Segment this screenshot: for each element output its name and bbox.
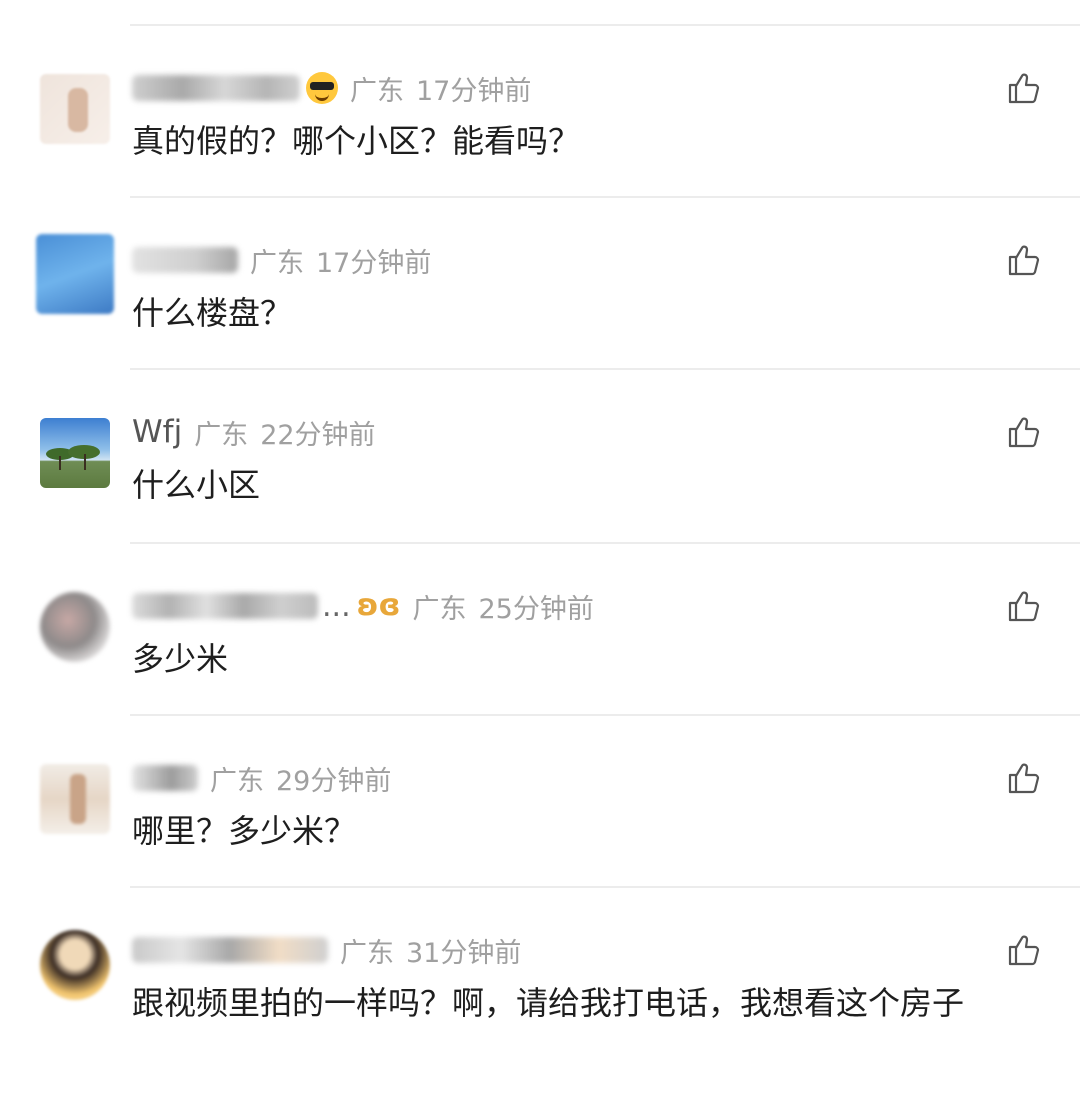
avatar[interactable] <box>40 930 110 1000</box>
divider <box>130 714 1080 716</box>
comment-item: Wfj 广东 22分钟前 什么小区 <box>0 412 1080 582</box>
username-ellipsis: ... <box>322 588 351 624</box>
comment-text: 哪里？多少米？ <box>132 812 357 850</box>
comment-item: 广东 17分钟前 真的假的？哪个小区？能看吗？ <box>0 68 1080 238</box>
thumbs-up-icon[interactable] <box>1006 588 1042 624</box>
comment-item: 广东 29分钟前 哪里？多少米？ <box>0 758 1080 928</box>
avatar[interactable] <box>40 592 110 662</box>
comment-meta: ... ʚɞ 广东 25分钟前 <box>132 586 594 626</box>
comment-item: 广东 31分钟前 跟视频里拍的一样吗？啊，请给我打电话，我想看这个房子 <box>0 930 1080 1100</box>
timestamp: 17分钟前 <box>316 247 432 279</box>
comment-text: 什么小区 <box>132 466 261 504</box>
comment-meta: 广东 17分钟前 <box>132 240 431 280</box>
thumbs-up-icon[interactable] <box>1006 70 1042 106</box>
comment-meta: 广东 29分钟前 <box>132 758 391 798</box>
location-label: 广东 <box>210 765 264 797</box>
thumbs-up-icon[interactable] <box>1006 760 1042 796</box>
comment-item: 广东 17分钟前 什么楼盘？ <box>0 234 1080 410</box>
avatar[interactable] <box>40 418 110 488</box>
thumbs-up-icon[interactable] <box>1006 414 1042 450</box>
sunglasses-emoji-icon <box>306 72 338 104</box>
timestamp: 29分钟前 <box>276 765 392 797</box>
tree-image <box>46 445 100 470</box>
username[interactable] <box>132 765 198 791</box>
comment-text: 多少米 <box>132 640 229 678</box>
thumbs-up-icon[interactable] <box>1006 242 1042 278</box>
location-label: 广东 <box>250 247 304 279</box>
divider <box>130 196 1080 198</box>
thumbs-up-icon[interactable] <box>1006 932 1042 968</box>
divider <box>130 368 1080 370</box>
location-label: 广东 <box>340 937 394 969</box>
avatar[interactable] <box>40 764 110 834</box>
divider <box>130 24 1080 26</box>
ribbon-badge-icon: ʚɞ <box>356 588 401 623</box>
comment-meta: 广东 31分钟前 <box>132 930 521 970</box>
username[interactable]: Wfj <box>132 414 182 450</box>
comment-text: 真的假的？哪个小区？能看吗？ <box>132 122 581 160</box>
comment-text: 跟视频里拍的一样吗？啊，请给我打电话，我想看这个房子 <box>132 984 965 1022</box>
comment-item: ... ʚɞ 广东 25分钟前 多少米 <box>0 586 1080 756</box>
timestamp: 17分钟前 <box>416 75 532 107</box>
username[interactable] <box>132 247 238 273</box>
divider <box>130 886 1080 888</box>
comment-text: 什么楼盘？ <box>132 294 293 332</box>
location-label: 广东 <box>412 593 467 625</box>
location-label: 广东 <box>350 75 404 107</box>
username[interactable] <box>132 937 328 963</box>
timestamp: 31分钟前 <box>406 937 522 969</box>
comment-meta: 广东 17分钟前 <box>132 68 531 108</box>
comment-meta: Wfj 广东 22分钟前 <box>132 412 376 452</box>
username[interactable] <box>132 593 318 619</box>
timestamp: 25分钟前 <box>478 593 594 625</box>
avatar[interactable] <box>36 234 114 314</box>
divider <box>130 542 1080 544</box>
location-label: 广东 <box>194 419 249 451</box>
timestamp: 22分钟前 <box>260 419 376 451</box>
username[interactable] <box>132 75 300 101</box>
avatar[interactable] <box>40 74 110 144</box>
